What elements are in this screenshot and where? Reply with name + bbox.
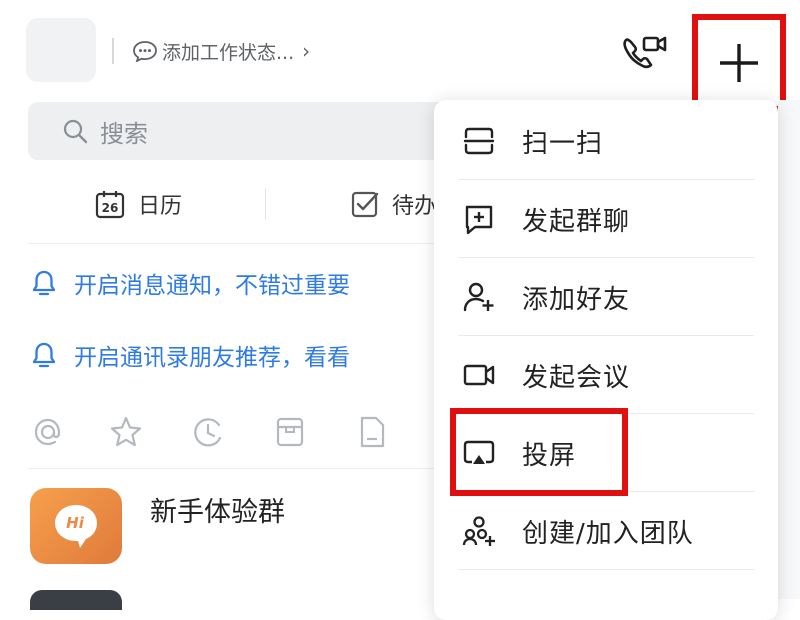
notice-text: 开启通讯录朋友推荐，看看 [74, 345, 350, 371]
tab-calendar[interactable]: 26 日历 [94, 186, 182, 222]
menu-item-create-join-team[interactable]: 创建/加入团队 [458, 492, 754, 570]
menu-item-group-chat[interactable]: 发起群聊 [458, 180, 754, 258]
group-chat-icon [465, 205, 493, 235]
menu-item-scan[interactable]: 扫一扫 [458, 102, 754, 180]
at-icon[interactable] [30, 414, 66, 450]
bell-icon [32, 270, 56, 296]
plus-icon [720, 44, 758, 82]
meeting-video-icon [463, 364, 495, 386]
tab-todo[interactable]: 待办 [350, 186, 436, 222]
scan-icon [463, 127, 495, 155]
section-divider [28, 243, 438, 244]
menu-item-add-friend[interactable]: 添加好友 [458, 258, 754, 336]
menu-label: 发起群聊 [522, 206, 631, 237]
add-work-status-link[interactable]: 添加工作状态... › [132, 36, 310, 66]
chat-bubble-icon [133, 41, 157, 62]
tab-calendar-label: 日历 [138, 194, 183, 219]
chat-avatar-partial[interactable] [30, 590, 122, 610]
search-placeholder: 搜索 [100, 119, 148, 148]
menu-label: 创建/加入团队 [522, 518, 694, 549]
tab-divider [265, 188, 266, 220]
clock-icon[interactable] [190, 414, 226, 450]
tab-todo-label: 待办 [392, 194, 437, 219]
bell-icon [32, 342, 56, 368]
svg-text:Hi: Hi [66, 514, 85, 532]
search-icon [63, 119, 88, 144]
notice-friend-recommend[interactable]: 开启通讯录朋友推荐，看看 [30, 338, 350, 372]
svg-text:26: 26 [102, 201, 119, 215]
chat-name[interactable]: 新手体验群 [150, 490, 285, 529]
document-icon[interactable] [354, 414, 390, 450]
chevron-right-icon: › [302, 39, 311, 63]
video-call-icon[interactable] [620, 32, 668, 72]
work-status-label: 添加工作状态... [162, 41, 295, 64]
background-panel [778, 100, 800, 599]
group-avatar[interactable]: Hi [30, 488, 122, 564]
hi-chat-logo-icon: Hi [55, 505, 97, 548]
add-menu-button[interactable] [692, 14, 786, 112]
menu-divider [458, 569, 754, 570]
user-avatar[interactable] [26, 18, 96, 82]
star-icon[interactable] [108, 414, 144, 450]
notice-enable-notifications[interactable]: 开启消息通知，不错过重要 [30, 266, 350, 300]
menu-label: 添加好友 [522, 284, 631, 315]
inbox-icon[interactable] [272, 414, 308, 450]
add-menu-popup: 扫一扫 发起群聊 添加好友 发起会议 投屏 创建/加入团队 [434, 100, 778, 620]
section-divider [28, 468, 438, 469]
search-bar[interactable]: 搜索 [28, 102, 468, 160]
add-friend-icon [463, 282, 494, 312]
checkbox-icon [351, 191, 379, 218]
highlight-annotation [450, 408, 628, 496]
calendar-icon: 26 [95, 191, 125, 219]
header-divider [112, 38, 114, 64]
menu-label: 扫一扫 [522, 128, 604, 159]
menu-item-start-meeting[interactable]: 发起会议 [458, 336, 754, 414]
team-icon [462, 516, 495, 546]
menu-label: 发起会议 [522, 362, 631, 393]
notice-text: 开启消息通知，不错过重要 [74, 273, 350, 299]
